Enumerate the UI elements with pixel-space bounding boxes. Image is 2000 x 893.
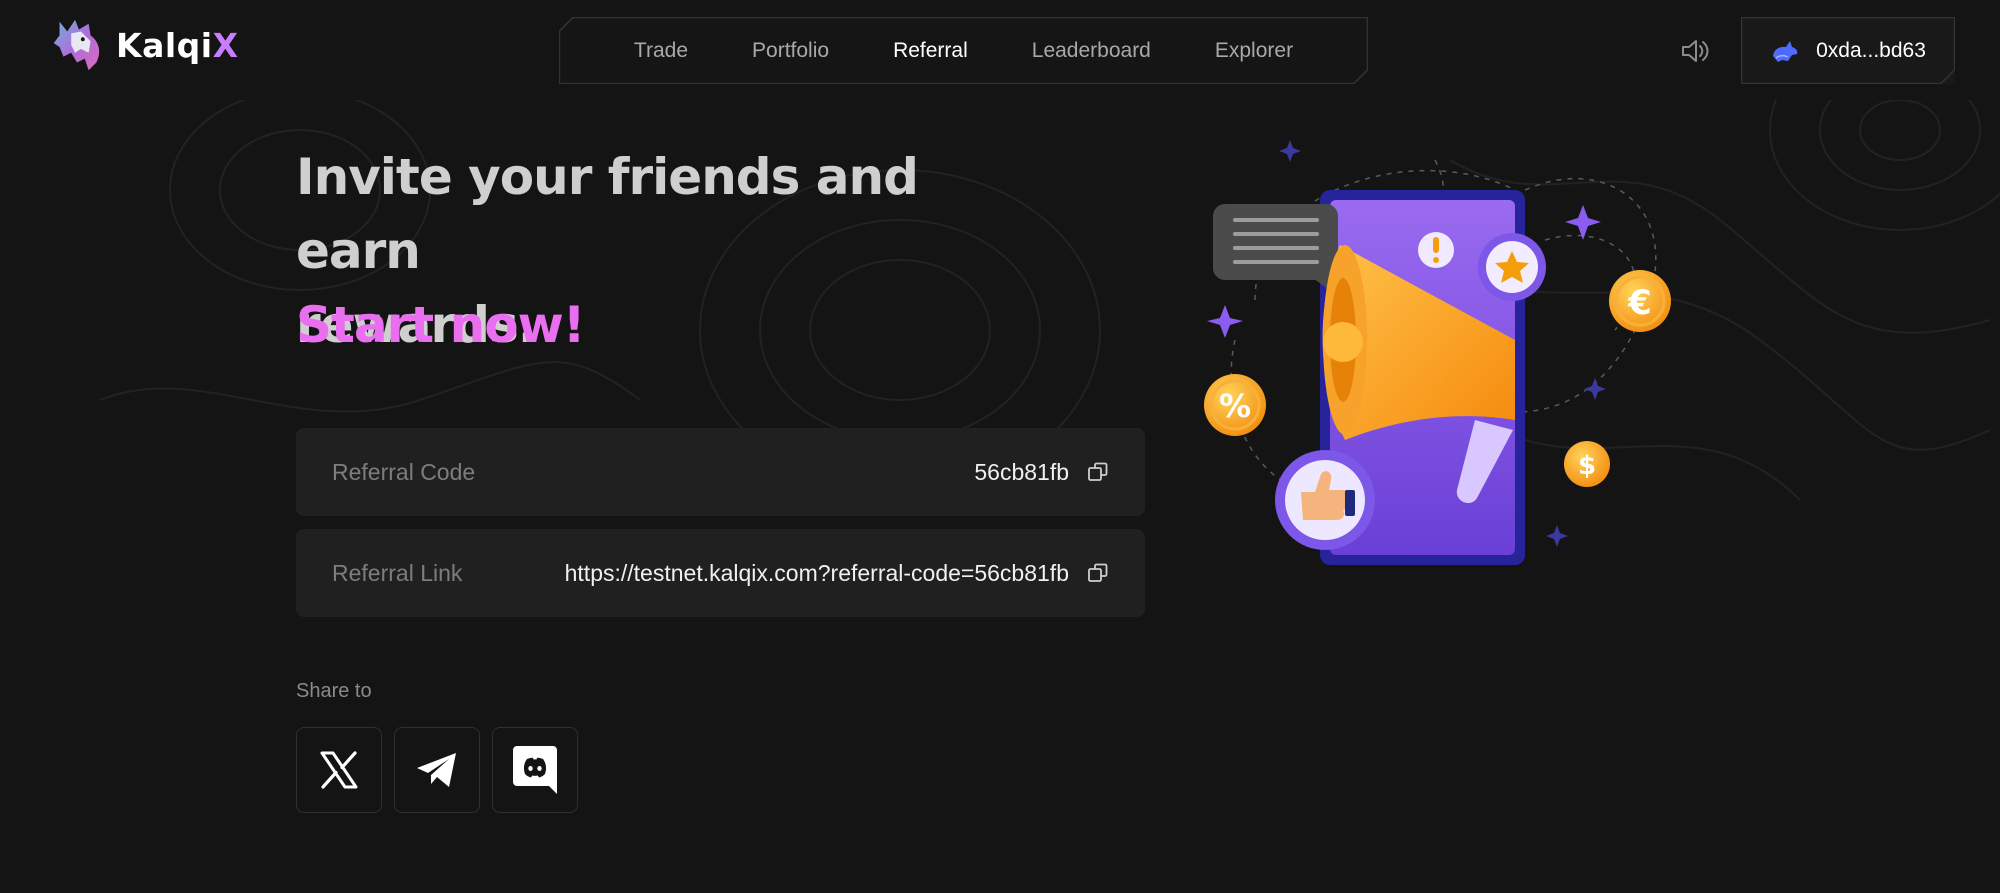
share-x-button[interactable] [296,727,382,813]
copy-icon[interactable] [1087,562,1109,584]
copy-icon[interactable] [1087,461,1109,483]
svg-text:$: $ [1578,451,1596,481]
megaphone-phone-illustration: % € $ [1204,140,1671,565]
nav-item-leaderboard[interactable]: Leaderboard [1000,39,1183,63]
speaker-icon[interactable] [1678,34,1712,68]
wallet-button[interactable]: 0xda...bd63 [1741,17,1955,84]
nav-item-portfolio[interactable]: Portfolio [720,39,861,63]
headline-line-1: Invite your friends and earn [296,148,919,280]
referral-code-label: Referral Code [332,458,476,485]
x-icon [320,751,358,789]
telegram-icon [417,753,456,787]
main-nav: Trade Portfolio Referral Leaderboard Exp… [559,17,1368,84]
share-telegram-button[interactable] [394,727,480,813]
discord-icon [513,746,557,794]
nav-item-explorer[interactable]: Explorer [1183,39,1325,63]
wallet-address: 0xda...bd63 [1816,38,1926,62]
svg-text:%: % [1219,387,1251,425]
share-discord-button[interactable] [492,727,578,813]
horse-logo-icon [53,19,100,71]
share-label: Share to [296,680,372,702]
referral-code-value: 56cb81fb [974,458,1069,485]
referral-code-field: Referral Code 56cb81fb [296,428,1145,516]
brand-name: KalqiX [116,25,239,65]
nav-item-trade[interactable]: Trade [602,39,720,63]
nav-item-referral[interactable]: Referral [861,39,1000,63]
referral-link-label: Referral Link [332,559,463,586]
rabbit-icon [1773,40,1798,62]
headline-accent: Start now! [296,296,586,354]
brand-logo[interactable]: KalqiX [46,14,239,76]
referral-link-field: Referral Link https://testnet.kalqix.com… [296,529,1145,617]
referral-link-value: https://testnet.kalqix.com?referral-code… [564,559,1069,586]
svg-text:€: € [1627,283,1652,323]
